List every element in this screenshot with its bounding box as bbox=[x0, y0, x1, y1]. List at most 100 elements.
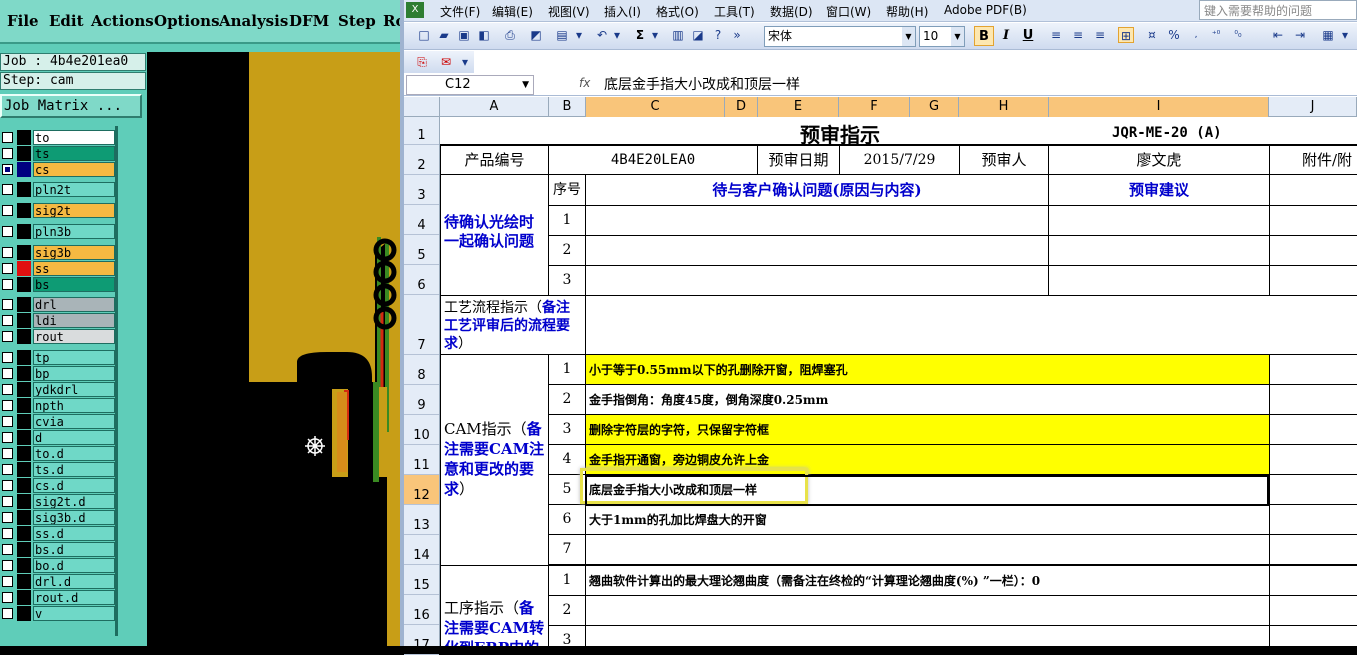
menu-dfm[interactable]: DFM bbox=[289, 12, 329, 30]
currency-icon[interactable]: ¤ bbox=[1144, 27, 1160, 43]
layer-color-swatch[interactable] bbox=[17, 130, 31, 145]
layer-color-swatch[interactable] bbox=[17, 203, 31, 218]
layer-row[interactable]: to bbox=[0, 130, 118, 145]
layer-row[interactable]: rout bbox=[0, 329, 118, 344]
layer-name[interactable]: sig2t.d bbox=[33, 494, 115, 509]
comma-style-icon[interactable]: , bbox=[1188, 27, 1204, 43]
layer-checkbox[interactable] bbox=[2, 299, 13, 310]
layer-color-swatch[interactable] bbox=[17, 224, 31, 239]
layer-checkbox[interactable] bbox=[2, 148, 13, 159]
layer-name[interactable]: sig3b bbox=[33, 245, 115, 260]
layer-name[interactable]: d bbox=[33, 430, 115, 445]
percent-icon[interactable]: % bbox=[1166, 27, 1182, 43]
layer-row[interactable]: bo.d bbox=[0, 558, 118, 573]
layer-checkbox[interactable] bbox=[2, 205, 13, 216]
menu-options[interactable]: Options bbox=[154, 12, 220, 30]
formula-input[interactable]: 底层金手指大小改成和顶层一样 bbox=[604, 75, 800, 95]
menu-format[interactable]: 格式(O) bbox=[656, 3, 699, 20]
menu-window[interactable]: 窗口(W) bbox=[826, 3, 871, 20]
layer-color-swatch[interactable] bbox=[17, 414, 31, 429]
layer-row[interactable]: cvia bbox=[0, 414, 118, 429]
row-header[interactable]: 2 bbox=[404, 145, 439, 175]
op-instruction[interactable] bbox=[585, 595, 1270, 626]
layer-checkbox[interactable] bbox=[2, 226, 13, 237]
row-header[interactable]: 5 bbox=[404, 235, 439, 265]
layer-checkbox[interactable] bbox=[2, 512, 13, 523]
layer-row[interactable]: rout.d bbox=[0, 590, 118, 605]
bold-button[interactable]: B bbox=[974, 26, 994, 46]
layer-checkbox[interactable] bbox=[2, 263, 13, 274]
layer-name[interactable]: cvia bbox=[33, 414, 115, 429]
confirm-issue-cell[interactable] bbox=[585, 235, 1049, 266]
layer-checkbox[interactable] bbox=[2, 480, 13, 491]
name-box[interactable]: C12 ▼ bbox=[406, 75, 534, 95]
row-header[interactable]: 6 bbox=[404, 265, 439, 295]
layer-checkbox[interactable] bbox=[2, 432, 13, 443]
layer-row[interactable]: ydkdrl bbox=[0, 382, 118, 397]
paste-icon[interactable]: ▤ bbox=[554, 27, 570, 43]
confirm-issue-cell[interactable] bbox=[585, 205, 1049, 236]
menu-help[interactable]: 帮助(H) bbox=[886, 3, 928, 20]
layer-row[interactable]: bp bbox=[0, 366, 118, 381]
layer-row[interactable]: pln2t bbox=[0, 182, 118, 197]
row-header[interactable]: 8 bbox=[404, 355, 439, 385]
row-header[interactable]: 9 bbox=[404, 385, 439, 415]
row-header[interactable]: 12 bbox=[404, 475, 439, 505]
confirm-suggest-cell[interactable] bbox=[1048, 205, 1270, 236]
op-attach-cell[interactable] bbox=[1269, 625, 1357, 646]
op-attach-cell[interactable] bbox=[1269, 595, 1357, 626]
column-header[interactable]: E bbox=[758, 97, 839, 117]
job-matrix-button[interactable]: Job Matrix ... bbox=[0, 94, 142, 118]
layer-name[interactable]: to.d bbox=[33, 446, 115, 461]
cam-attach-cell[interactable] bbox=[1269, 384, 1357, 415]
merge-center-icon[interactable]: ⊞ bbox=[1118, 27, 1134, 43]
layer-checkbox[interactable] bbox=[2, 576, 13, 587]
layer-color-swatch[interactable] bbox=[17, 510, 31, 525]
layer-color-swatch[interactable] bbox=[17, 494, 31, 509]
chevron-down-icon[interactable]: ▼ bbox=[522, 76, 529, 94]
layer-checkbox[interactable] bbox=[2, 448, 13, 459]
layer-checkbox[interactable] bbox=[2, 384, 13, 395]
menu-file[interactable]: 文件(F) bbox=[440, 3, 480, 20]
layer-checkbox[interactable] bbox=[2, 352, 13, 363]
row-header[interactable]: 7 bbox=[404, 295, 439, 355]
select-all-corner[interactable] bbox=[404, 97, 440, 117]
chart-icon[interactable]: ▥ bbox=[670, 27, 686, 43]
layer-row[interactable]: cs bbox=[0, 162, 118, 177]
layer-name[interactable]: bs.d bbox=[33, 542, 115, 557]
menu-data[interactable]: 数据(D) bbox=[770, 3, 813, 20]
drawing-icon[interactable]: ◪ bbox=[690, 27, 706, 43]
cam-attach-cell[interactable] bbox=[1269, 474, 1357, 505]
cam-attach-cell[interactable] bbox=[1269, 534, 1357, 565]
pcb-graphics-canvas[interactable] bbox=[147, 52, 400, 646]
row-header[interactable]: 3 bbox=[404, 175, 439, 205]
layer-name[interactable]: ldi bbox=[33, 313, 115, 328]
layer-row[interactable]: sig2t.d bbox=[0, 494, 118, 509]
align-right-icon[interactable]: ≡ bbox=[1092, 27, 1108, 43]
row-header[interactable]: 10 bbox=[404, 415, 439, 445]
open-icon[interactable]: ▰ bbox=[436, 27, 452, 43]
row-header[interactable]: 17 bbox=[404, 625, 439, 655]
column-header[interactable]: H bbox=[959, 97, 1049, 117]
layer-row[interactable]: ts.d bbox=[0, 462, 118, 477]
layer-checkbox[interactable] bbox=[2, 164, 13, 175]
layer-checkbox[interactable] bbox=[2, 416, 13, 427]
layer-color-swatch[interactable] bbox=[17, 261, 31, 276]
layer-name[interactable]: sig3b.d bbox=[33, 510, 115, 525]
decrease-decimal-icon[interactable]: ⁰₀ bbox=[1230, 27, 1246, 43]
underline-button[interactable]: U bbox=[1018, 26, 1038, 46]
menu-analysis[interactable]: Analysis bbox=[219, 12, 288, 30]
row-header[interactable]: 16 bbox=[404, 595, 439, 625]
paste-dropdown-icon[interactable]: ▾ bbox=[574, 27, 584, 43]
column-header[interactable]: D bbox=[725, 97, 758, 117]
decrease-indent-icon[interactable]: ⇤ bbox=[1270, 27, 1286, 43]
italic-button[interactable]: I bbox=[996, 26, 1016, 46]
increase-decimal-icon[interactable]: ⁺⁰ bbox=[1208, 27, 1224, 43]
borders-icon[interactable]: ▦ bbox=[1320, 27, 1336, 43]
save-icon[interactable]: ▣ bbox=[456, 27, 472, 43]
confirm-suggest-cell[interactable] bbox=[1048, 265, 1270, 296]
layer-checkbox[interactable] bbox=[2, 528, 13, 539]
align-center-icon[interactable]: ≡ bbox=[1070, 27, 1086, 43]
menu-view[interactable]: 视图(V) bbox=[548, 3, 590, 20]
layer-name[interactable]: pln3b bbox=[33, 224, 115, 239]
